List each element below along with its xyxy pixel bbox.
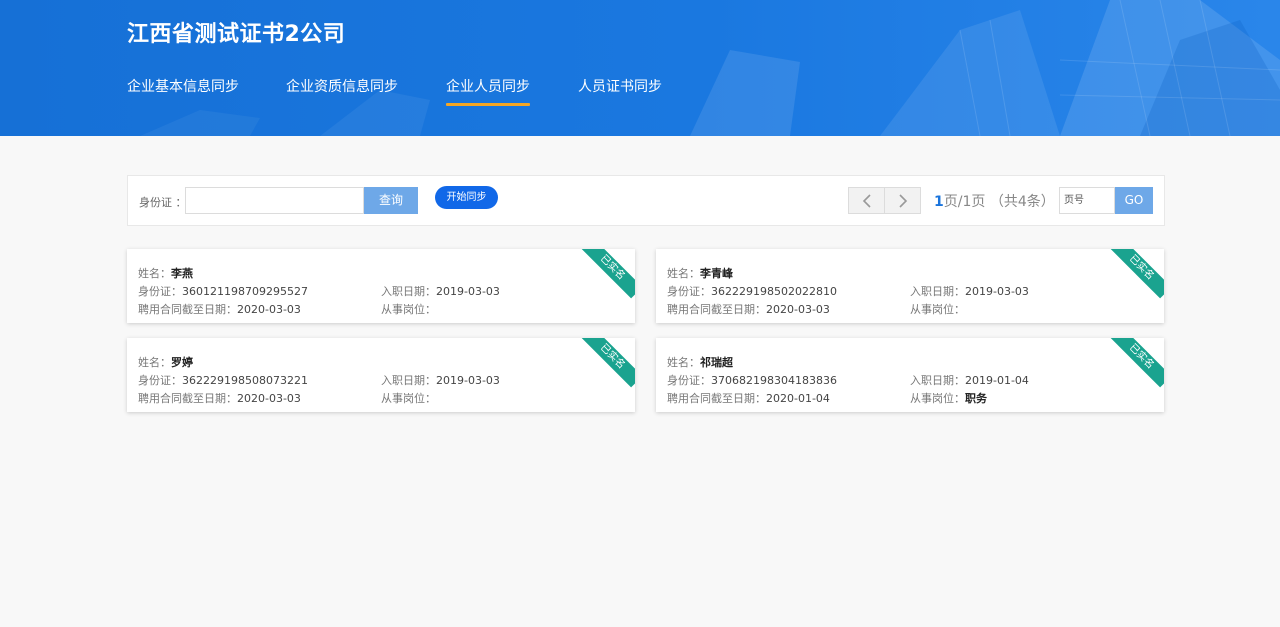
person-name: 罗婷 xyxy=(171,356,193,369)
contract-row: 聘用合同截至日期：2020-03-03 xyxy=(138,301,301,317)
post-row: 从事岗位： xyxy=(381,301,436,317)
entry-row: 入职日期：2019-01-04 xyxy=(910,372,1029,388)
next-page-button[interactable] xyxy=(884,187,921,214)
post-label: 从事岗位： xyxy=(910,392,965,405)
entry-row: 入职日期：2019-03-03 xyxy=(381,283,500,299)
active-tab-indicator xyxy=(446,103,530,106)
entry-date: 2019-03-03 xyxy=(436,374,500,387)
id-search-input[interactable] xyxy=(185,187,364,214)
go-button[interactable]: GO xyxy=(1115,187,1153,214)
person-card[interactable]: 姓名：李燕 身份证：360121198709295527 聘用合同截至日期：20… xyxy=(127,249,635,323)
name-label: 姓名： xyxy=(138,267,171,280)
prev-page-button[interactable] xyxy=(848,187,885,214)
entry-date: 2019-03-03 xyxy=(965,285,1029,298)
entry-date: 2019-01-04 xyxy=(965,374,1029,387)
chevron-right-icon xyxy=(899,194,908,208)
post-row: 从事岗位：职务 xyxy=(910,390,987,406)
contract-row: 聘用合同截至日期：2020-01-04 xyxy=(667,390,830,406)
company-title: 江西省测试证书2公司 xyxy=(127,22,346,47)
person-id: 360121198709295527 xyxy=(182,285,308,298)
start-sync-button[interactable]: 开始同步 xyxy=(435,186,498,209)
entry-row: 入职日期：2019-03-03 xyxy=(381,372,500,388)
post-row: 从事岗位： xyxy=(910,301,965,317)
post-label: 从事岗位： xyxy=(381,303,436,316)
chevron-left-icon xyxy=(862,194,871,208)
contract-end-date: 2020-03-03 xyxy=(237,303,301,316)
name-row: 姓名：李燕 xyxy=(138,265,193,281)
person-name: 祁瑞超 xyxy=(700,356,733,369)
id-field-label: 身份证： xyxy=(138,285,182,298)
contract-label: 聘用合同截至日期： xyxy=(138,392,237,405)
post-row: 从事岗位： xyxy=(381,390,436,406)
person-id: 362229198502022810 xyxy=(711,285,837,298)
id-row: 身份证：370682198304183836 xyxy=(667,372,837,388)
entry-label: 入职日期： xyxy=(910,374,965,387)
verified-badge: 已实名 xyxy=(1110,338,1164,388)
id-label: 身份证 ： xyxy=(139,196,187,209)
person-id: 370682198304183836 xyxy=(711,374,837,387)
id-field-label: 身份证： xyxy=(667,374,711,387)
id-row: 身份证：360121198709295527 xyxy=(138,283,308,299)
post-label: 从事岗位： xyxy=(381,392,436,405)
name-label: 姓名： xyxy=(667,356,700,369)
tab-company-qualification-sync[interactable]: 企业资质信息同步 xyxy=(286,76,398,106)
person-card[interactable]: 姓名：李青峰 身份证：362229198502022810 聘用合同截至日期：2… xyxy=(656,249,1164,323)
pagination-info: 1页/1页 （共4条） xyxy=(934,191,1055,211)
tab-personnel-certificate-sync[interactable]: 人员证书同步 xyxy=(578,76,662,106)
contract-label: 聘用合同截至日期： xyxy=(667,303,766,316)
tab-label: 人员证书同步 xyxy=(578,79,662,95)
page-number-input[interactable] xyxy=(1059,187,1115,214)
name-label: 姓名： xyxy=(667,267,700,280)
post-label: 从事岗位： xyxy=(910,303,965,316)
person-card[interactable]: 姓名：罗婷 身份证：362229198508073221 聘用合同截至日期：20… xyxy=(127,338,635,412)
id-field-label: 身份证： xyxy=(138,374,182,387)
contract-end-date: 2020-01-04 xyxy=(766,392,830,405)
name-row: 姓名：罗婷 xyxy=(138,354,193,370)
person-name: 李燕 xyxy=(171,267,193,280)
entry-row: 入职日期：2019-03-03 xyxy=(910,283,1029,299)
name-label: 姓名： xyxy=(138,356,171,369)
contract-end-date: 2020-03-03 xyxy=(237,392,301,405)
verified-badge: 已实名 xyxy=(1110,249,1164,299)
page-summary: 页/1页 （共4条） xyxy=(943,194,1055,210)
id-row: 身份证：362229198508073221 xyxy=(138,372,308,388)
person-id: 362229198508073221 xyxy=(182,374,308,387)
person-card[interactable]: 姓名：祁瑞超 身份证：370682198304183836 聘用合同截至日期：2… xyxy=(656,338,1164,412)
contract-row: 聘用合同截至日期：2020-03-03 xyxy=(138,390,301,406)
contract-end-date: 2020-03-03 xyxy=(766,303,830,316)
entry-label: 入职日期： xyxy=(381,374,436,387)
query-button[interactable]: 查询 xyxy=(364,187,418,214)
entry-date: 2019-03-03 xyxy=(436,285,500,298)
current-page: 1 xyxy=(934,194,944,210)
tab-company-basic-info-sync[interactable]: 企业基本信息同步 xyxy=(127,76,239,106)
id-row: 身份证：362229198502022810 xyxy=(667,283,837,299)
id-field-label: 身份证： xyxy=(667,285,711,298)
tab-label: 企业人员同步 xyxy=(446,79,530,95)
entry-label: 入职日期： xyxy=(381,285,436,298)
name-row: 姓名：李青峰 xyxy=(667,265,733,281)
tab-company-personnel-sync[interactable]: 企业人员同步 xyxy=(446,76,530,106)
search-toolbar: 身份证 ： 查询 开始同步 1页/1页 （共4条） GO xyxy=(127,175,1165,226)
post-value: 职务 xyxy=(965,392,987,405)
tab-label: 企业基本信息同步 xyxy=(127,79,239,95)
verified-badge: 已实名 xyxy=(581,249,635,299)
name-row: 姓名：祁瑞超 xyxy=(667,354,733,370)
tab-label: 企业资质信息同步 xyxy=(286,79,398,95)
page-header: 江西省测试证书2公司 企业基本信息同步 企业资质信息同步 企业人员同步 人员证书… xyxy=(0,0,1280,136)
person-name: 李青峰 xyxy=(700,267,733,280)
contract-row: 聘用合同截至日期：2020-03-03 xyxy=(667,301,830,317)
contract-label: 聘用合同截至日期： xyxy=(138,303,237,316)
verified-badge: 已实名 xyxy=(581,338,635,388)
contract-label: 聘用合同截至日期： xyxy=(667,392,766,405)
entry-label: 入职日期： xyxy=(910,285,965,298)
